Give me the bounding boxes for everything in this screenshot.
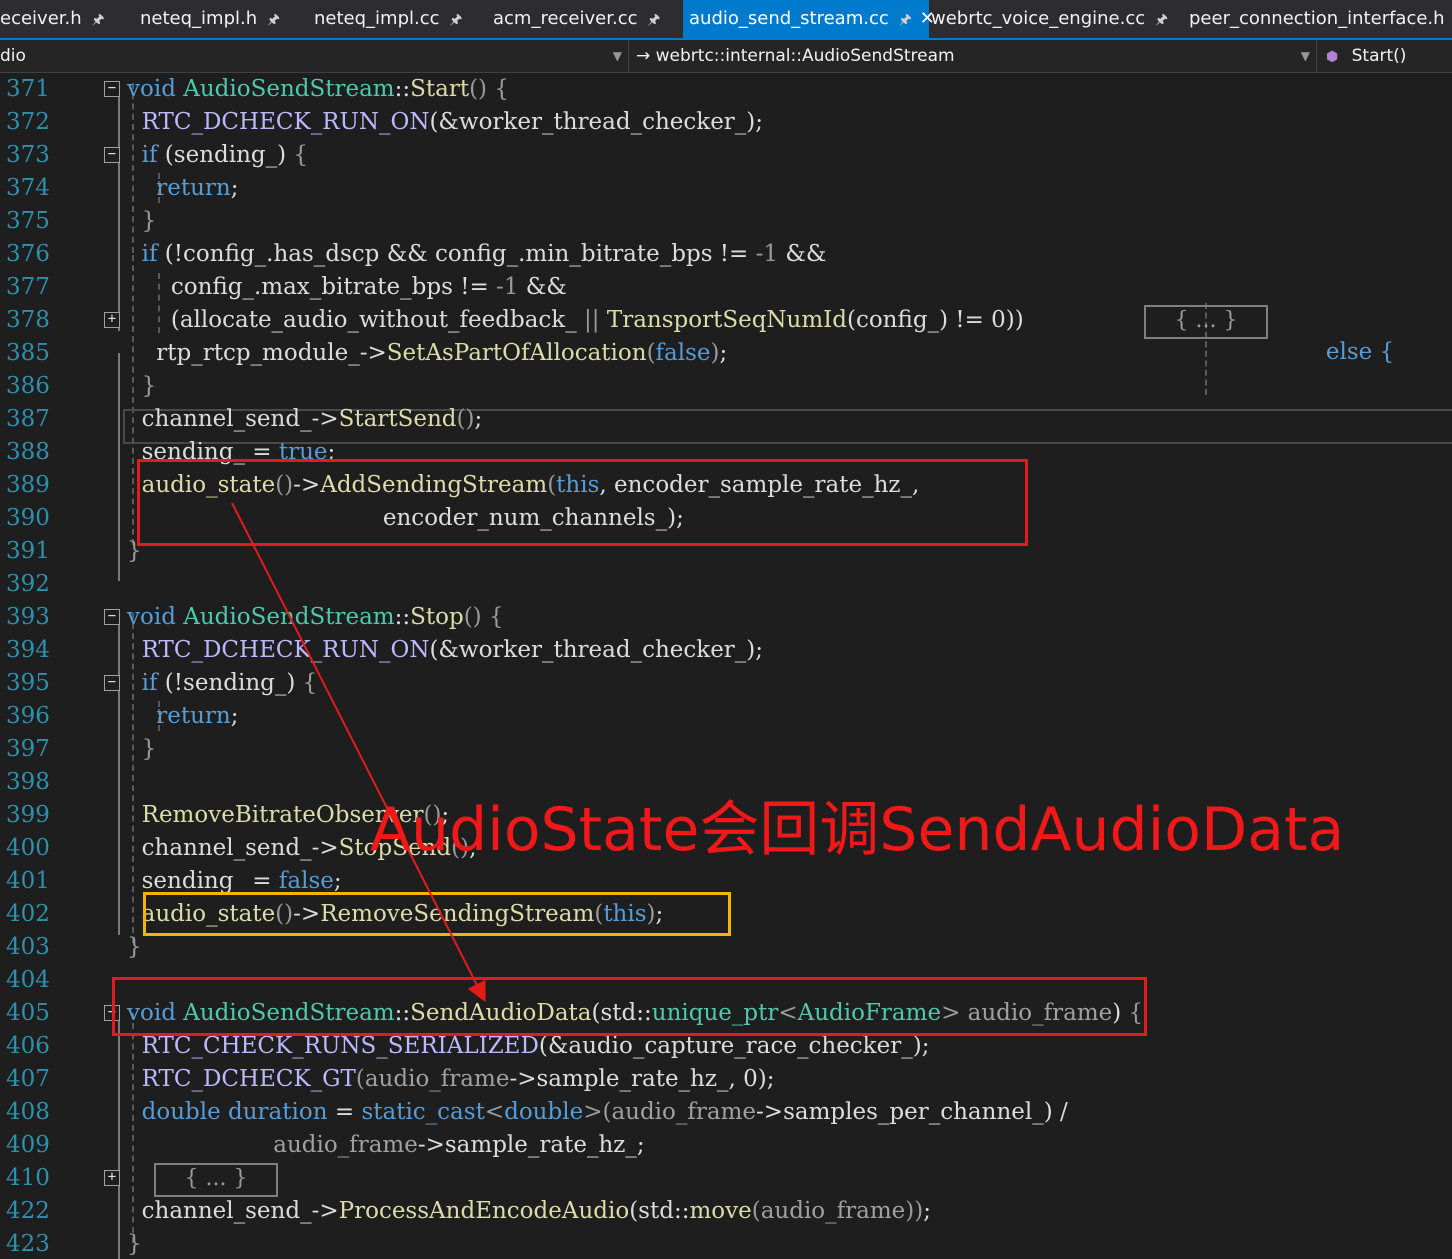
annotation-arrow bbox=[231, 502, 486, 1003]
chevron-down-icon: ▼ bbox=[1300, 49, 1310, 63]
scope-arrow-icon: → bbox=[636, 46, 651, 66]
tab-label: webrtc_voice_engine.cc bbox=[931, 8, 1146, 29]
annotation-label: AudioState会回调SendAudioData bbox=[370, 795, 1345, 865]
pin-icon[interactable]: 🖈 bbox=[648, 12, 661, 28]
pin-icon[interactable]: 🖈 bbox=[1155, 12, 1168, 28]
tab-receiver-h[interactable]: eceiver.h 🖈 bbox=[0, 0, 105, 38]
tab-label: acm_receiver.cc bbox=[493, 8, 638, 29]
navigation-bar: dio ▼ → webrtc::internal::AudioSendStrea… bbox=[0, 40, 1452, 73]
chevron-down-icon: ▼ bbox=[612, 49, 622, 63]
pin-icon[interactable]: 🖈 bbox=[267, 12, 280, 28]
document-tab-strip: eceiver.h 🖈 neteq_impl.h 🖈 neteq_impl.cc 🖈 … bbox=[0, 0, 1452, 40]
project-dropdown[interactable]: dio ▼ bbox=[0, 40, 629, 72]
tab-acm-receiver-cc[interactable]: acm_receiver.cc 🖈 bbox=[493, 0, 660, 38]
tab-label: audio_send_stream.cc bbox=[689, 8, 889, 29]
tab-label: peer_connection_interface.h bbox=[1189, 8, 1445, 29]
pin-icon[interactable]: 🖈 bbox=[899, 12, 912, 28]
tab-label: neteq_impl.cc bbox=[314, 8, 440, 29]
code-editor[interactable]: 371− void AudioSendStream::Start() {372 R… bbox=[0, 73, 1452, 1259]
member-dropdown[interactable]: ⬢ Start() bbox=[1322, 40, 1452, 72]
ide-window: eceiver.h 🖈 neteq_impl.h 🖈 neteq_impl.cc 🖈 … bbox=[0, 0, 1452, 1259]
type-scope-label: webrtc::internal::AudioSendStream bbox=[655, 46, 955, 66]
tab-audio-send-stream-cc[interactable]: audio_send_stream.cc 🖈 ✕ bbox=[683, 0, 935, 38]
pin-icon[interactable]: 🖈 bbox=[450, 12, 463, 28]
tab-neteq-impl-h[interactable]: neteq_impl.h 🖈 bbox=[140, 0, 280, 38]
project-label: dio bbox=[0, 46, 26, 66]
tab-webrtc-voice-engine-cc[interactable]: webrtc_voice_engine.cc 🖈 bbox=[931, 0, 1168, 38]
method-cube-icon: ⬢ bbox=[1326, 49, 1339, 65]
tab-label: neteq_impl.h bbox=[140, 8, 258, 29]
type-scope-dropdown[interactable]: → webrtc::internal::AudioSendStream ▼ bbox=[636, 40, 1317, 72]
tab-neteq-impl-cc[interactable]: neteq_impl.cc 🖈 bbox=[314, 0, 462, 38]
tab-peer-connection-interface-h[interactable]: peer_connection_interface.h bbox=[1189, 0, 1445, 38]
member-label: Start() bbox=[1351, 46, 1407, 66]
tab-label: eceiver.h bbox=[0, 8, 82, 29]
pin-icon[interactable]: 🖈 bbox=[92, 12, 105, 28]
